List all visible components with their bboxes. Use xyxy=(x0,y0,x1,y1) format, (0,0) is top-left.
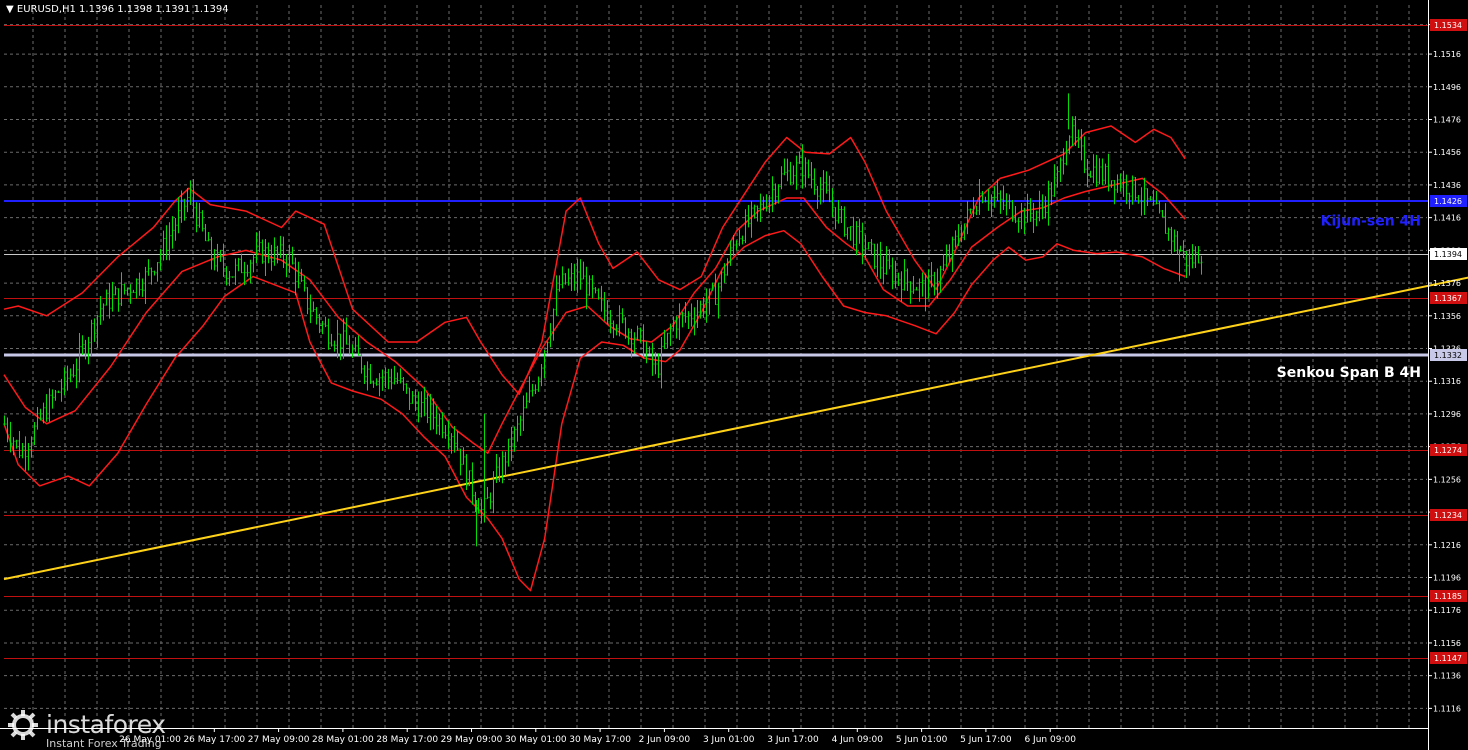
bollinger-lower-band xyxy=(3,229,1186,592)
x-tick-label: 30 May 01:00 xyxy=(505,735,567,745)
y-tick-label: 1.1316 xyxy=(1433,377,1461,386)
x-tick-label: 4 Jun 09:00 xyxy=(832,735,884,745)
x-tick-label: 29 May 09:00 xyxy=(441,735,503,745)
y-tick-label: 1.1156 xyxy=(1433,639,1461,648)
x-tick-label: 2 Jun 09:00 xyxy=(639,735,691,745)
y-tick-label: 1.1116 xyxy=(1433,704,1461,713)
y-tick-label: 1.1496 xyxy=(1433,83,1461,92)
y-tick-label: 1.1296 xyxy=(1433,410,1461,419)
level-price-tag: 1.1534 xyxy=(1434,21,1462,30)
x-tick-label: 3 Jun 01:00 xyxy=(703,735,755,745)
x-tick-label: 6 Jun 09:00 xyxy=(1024,735,1076,745)
level-price-tag: 1.1367 xyxy=(1434,294,1462,303)
y-tick-label: 1.1196 xyxy=(1433,574,1461,583)
axes-layer xyxy=(0,0,1429,750)
symbol-ohlc-header: ▼ EURUSD,H1 1.1396 1.1398 1.1391 1.1394 xyxy=(6,4,229,15)
x-tick-label: 30 May 17:00 xyxy=(569,735,631,745)
x-tick-label: 5 Jun 17:00 xyxy=(960,735,1012,745)
senkou-span-b-label: Senkou Span B 4H xyxy=(1277,365,1421,381)
y-tick-label: 1.1256 xyxy=(1433,475,1461,484)
y-tick-label: 1.1136 xyxy=(1433,672,1461,681)
logo-tagline: Instant Forex Trading xyxy=(46,737,162,750)
y-tick-label: 1.1376 xyxy=(1433,279,1461,288)
x-tick-label: 3 Jun 17:00 xyxy=(767,735,819,745)
instaforex-logo-icon xyxy=(8,710,38,740)
level-price-tag: 1.1274 xyxy=(1434,446,1462,455)
y-tick-label: 1.1456 xyxy=(1433,148,1461,157)
y-tick-label: 1.1416 xyxy=(1433,214,1461,223)
x-tick-label: 28 May 01:00 xyxy=(312,735,374,745)
kijun-price-tag: 1.1426 xyxy=(1434,197,1462,206)
x-tick-label: 26 May 17:00 xyxy=(183,735,245,745)
kijun-sen-label: Kijun-sen 4H xyxy=(1321,213,1421,229)
y-tick-label: 1.1216 xyxy=(1433,541,1461,550)
logo-wordmark: instaforex xyxy=(46,710,166,739)
price-chart: 1.1534 1.1516 1.1496 1.1476 1.1456 1.1436 1.14… xyxy=(0,0,1468,750)
x-tick-label: 5 Jun 01:00 xyxy=(896,735,948,745)
y-tick-label: 1.1516 xyxy=(1433,50,1461,59)
y-tick-label: 1.1356 xyxy=(1433,312,1461,321)
y-tick-label: 1.1476 xyxy=(1433,116,1461,125)
y-tick-label: 1.1436 xyxy=(1433,181,1461,190)
level-price-tag: 1.1234 xyxy=(1434,511,1462,520)
instaforex-logo: instaforex Instant Forex Trading xyxy=(4,706,180,750)
y-tick-label: 1.1176 xyxy=(1433,606,1461,615)
chart-grid xyxy=(4,5,1427,728)
x-tick-label: 28 May 17:00 xyxy=(376,735,438,745)
x-tick-label: 27 May 09:00 xyxy=(248,735,310,745)
senkou-price-tag: 1.1332 xyxy=(1434,351,1462,360)
level-price-tag: 1.1147 xyxy=(1434,654,1462,663)
level-price-tag: 1.1185 xyxy=(1434,592,1462,601)
current-price-tag: 1.1394 xyxy=(1434,250,1462,259)
horizontal-levels xyxy=(4,25,1428,659)
